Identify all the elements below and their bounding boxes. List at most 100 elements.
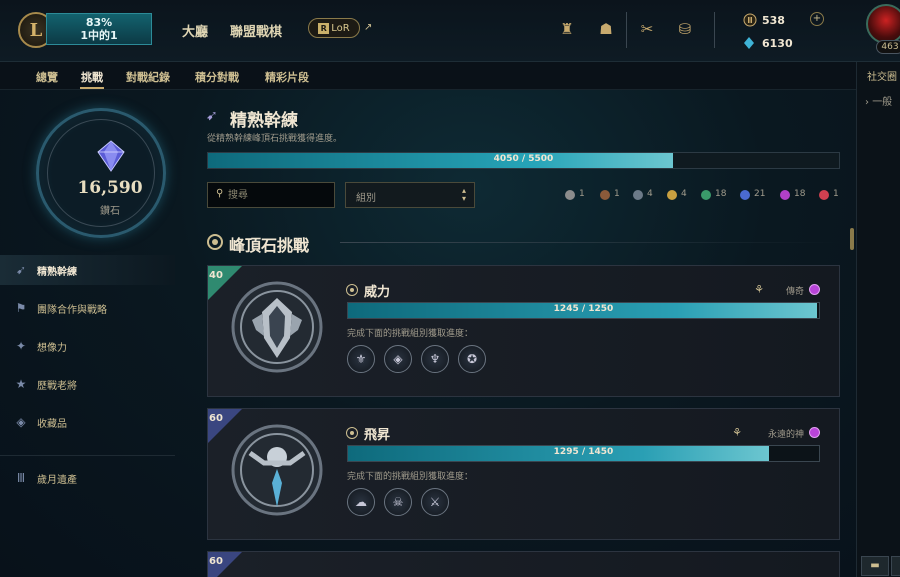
- challenge-icon-cloud[interactable]: ☁: [347, 488, 375, 516]
- sidebar-item-veterancy[interactable]: ★ 歷戰老將: [0, 369, 175, 399]
- tier-gem-icon: [701, 190, 711, 200]
- group-select[interactable]: 組別 ▴ ▾: [345, 182, 475, 208]
- card-progress-bar: 1295 / 1450: [347, 445, 820, 462]
- crystal-rank: 鑽石: [100, 206, 120, 217]
- tab-overview[interactable]: 總覽: [36, 69, 58, 85]
- capstone-icon: [207, 234, 223, 250]
- wing-icon: ➹: [206, 108, 218, 124]
- sidebar-item-imagination[interactable]: ✦ 想像力: [0, 331, 175, 361]
- tier-count-value: 4: [647, 189, 653, 199]
- diamond-gem-icon: [97, 140, 125, 172]
- search-input[interactable]: [228, 187, 328, 203]
- section-divider: [340, 242, 840, 243]
- lor-label: LoR: [331, 22, 350, 34]
- top-bar: L 83% 1中的1 大廳 聯盟戰棋 R LoR ↗ ♜ ☗ ✂ ⛁ 538 +…: [0, 0, 900, 62]
- sidebar-item-expertise[interactable]: ➹ 精熟幹練: [0, 255, 175, 285]
- challenge-icon-sword[interactable]: ⚔: [421, 488, 449, 516]
- crystal-ring: 16,590 鑽石: [47, 119, 155, 227]
- sidebar-item-collection[interactable]: ◈ 收藏品: [0, 407, 175, 437]
- tier-gem-icon: [633, 190, 643, 200]
- store-icon[interactable]: ⛁: [674, 18, 696, 40]
- search-box[interactable]: ⚲: [207, 182, 335, 208]
- social-group-general[interactable]: › 一般: [865, 93, 892, 108]
- nav-tft[interactable]: 聯盟戰棋: [230, 21, 282, 40]
- stack-icon: ◈: [16, 415, 26, 429]
- star-swirl-icon: ✦: [15, 339, 27, 353]
- challenge-card-ascension[interactable]: 60 飛昇 ⚘ 永遠的神 1295 / 1450 完成下面的挑戰組別獲取進度： …: [207, 408, 840, 540]
- rp-amount: 538: [762, 14, 785, 27]
- reward-title-icon: ⚘: [732, 426, 742, 439]
- sidebar-label: 精熟幹練: [37, 267, 77, 278]
- category-progress-bar: 4050 / 5500: [207, 152, 840, 169]
- tab-highlights[interactable]: 精彩片段: [265, 69, 309, 85]
- sidebar-label: 想像力: [37, 343, 67, 354]
- flag-icon: ⚑: [15, 301, 27, 315]
- wing-icon: ➹: [15, 263, 27, 277]
- divider: [626, 12, 627, 48]
- group-select-label: 組別: [356, 193, 376, 204]
- card-reward-title: 永遠的神: [767, 430, 804, 440]
- card-reward-title: 傳奇: [785, 287, 804, 297]
- level-badge: 463: [876, 40, 900, 54]
- challenge-icon-knuckles[interactable]: ✪: [458, 345, 486, 373]
- card-points-badge: 60: [209, 556, 223, 567]
- sidebar-label: 歷戰老將: [37, 381, 77, 392]
- card-points-badge: 60: [209, 413, 223, 424]
- tier-count-value: 1: [579, 189, 585, 199]
- challenge-icon-shield[interactable]: ◈: [384, 345, 412, 373]
- sidebar-label: 收藏品: [37, 419, 67, 430]
- card-subtitle: 完成下面的挑戰組別獲取進度：: [347, 329, 474, 339]
- challenge-crystal[interactable]: 16,590 鑽石: [36, 108, 166, 238]
- chat-side-button[interactable]: [891, 556, 900, 576]
- select-arrow-icon: ▴ ▾: [461, 186, 466, 203]
- rp-icon: [743, 13, 757, 27]
- tab-challenges[interactable]: 挑戰: [81, 69, 103, 85]
- card-subtitle: 完成下面的挑戰組別獲取進度：: [347, 472, 474, 482]
- avatar[interactable]: [866, 4, 900, 44]
- tab-match-history[interactable]: 對戰紀錄: [126, 69, 170, 85]
- star-icon: ★: [15, 377, 27, 391]
- tier-count-value: 1: [614, 189, 620, 199]
- tier-gem-icon: [740, 190, 750, 200]
- sidebar-divider: [0, 455, 175, 456]
- progress-text: 1245 / 1250: [553, 304, 614, 314]
- crystal-points: 16,590: [77, 178, 143, 198]
- blue-essence-icon: [744, 37, 754, 49]
- ascension-emblem-icon: [231, 424, 323, 516]
- tier-gem-icon: [780, 190, 790, 200]
- social-title: 社交圈: [867, 72, 897, 83]
- collection-icon[interactable]: ☗: [595, 18, 617, 40]
- page-description: 從精熟幹練峰頂石挑戰獲得進度。: [207, 134, 343, 144]
- challenge-icon-crest[interactable]: ♆: [421, 345, 449, 373]
- social-panel: 社交圈 › 一般 ▬: [856, 62, 900, 577]
- reward-title-icon: ⚘: [754, 283, 764, 296]
- card-title: 飛昇: [364, 428, 391, 443]
- card-points-badge: 40: [209, 270, 223, 281]
- sidebar-item-legacy[interactable]: Ⅲ 歲月遺產: [0, 463, 175, 493]
- sidebar-item-teamwork[interactable]: ⚑ 團隊合作與戰略: [0, 293, 175, 323]
- buy-rp-button[interactable]: +: [810, 12, 824, 26]
- challenge-card-power[interactable]: 40 威力 ⚘ 傳奇 1245 / 1250 完成下面的挑戰組別獲取進度： ⚜ …: [207, 265, 840, 397]
- challenge-icon-skull[interactable]: ☠: [384, 488, 412, 516]
- play-button[interactable]: 83% 1中的1: [46, 13, 152, 45]
- tier-count-value: 4: [681, 189, 687, 199]
- crafting-icon[interactable]: ✂: [636, 18, 658, 40]
- lor-button[interactable]: R LoR: [308, 18, 360, 38]
- progress-text: 4050 / 5500: [493, 154, 554, 164]
- tier-gem-icon: [819, 190, 829, 200]
- divider: [714, 12, 715, 48]
- external-link-icon: ↗: [364, 22, 373, 33]
- challenge-icon-precision[interactable]: ⚜: [347, 345, 375, 373]
- master-tier-icon: [809, 284, 820, 295]
- tier-count-value: 1: [833, 189, 839, 199]
- tier-gem-icon: [667, 190, 677, 200]
- capstone-icon: [346, 284, 358, 296]
- challenge-card-partial[interactable]: 60: [207, 551, 840, 577]
- active-tab-underline: [80, 87, 104, 89]
- card-progress-bar: 1245 / 1250: [347, 302, 820, 319]
- scrollbar-thumb[interactable]: [850, 228, 854, 250]
- profile-icon[interactable]: ♜: [556, 18, 578, 40]
- nav-lobby[interactable]: 大廳: [182, 21, 208, 40]
- tab-ranked[interactable]: 積分對戰: [195, 69, 239, 85]
- chat-button[interactable]: ▬: [861, 556, 889, 576]
